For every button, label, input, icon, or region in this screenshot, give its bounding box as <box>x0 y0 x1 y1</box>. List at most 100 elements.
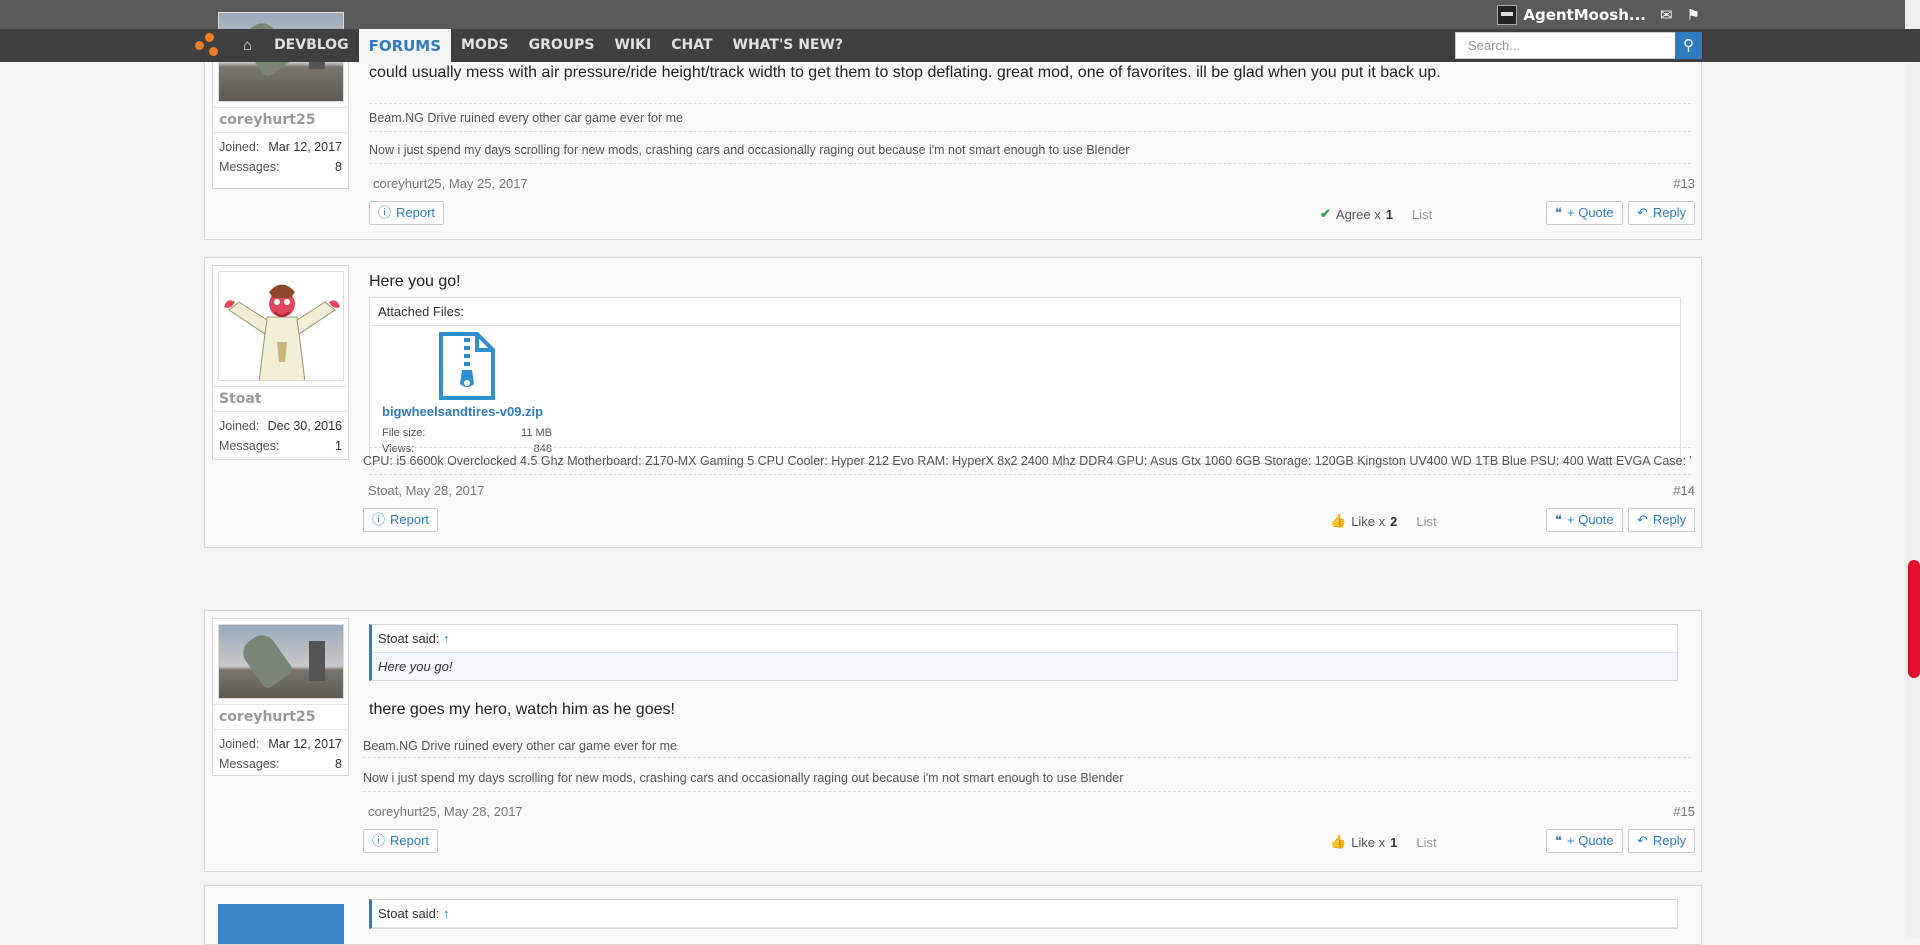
quote-button[interactable]: ❝ + Quote <box>1546 508 1623 532</box>
flag-icon[interactable]: ⚑ <box>1687 6 1700 24</box>
home-icon[interactable]: ⌂ <box>231 37 264 54</box>
signature-line: Beam.NG Drive ruined every other car gam… <box>369 111 684 125</box>
user-info: coreyhurt25 Joined: Mar 12, 2017 Messages… <box>212 618 349 776</box>
reply-label: Reply <box>1652 833 1687 848</box>
signature-line: Beam.NG Drive ruined every other car gam… <box>363 739 678 753</box>
report-label: Report <box>396 205 436 220</box>
post-meta: coreyhurt25, May 25, 2017 #13 <box>373 176 1695 191</box>
reaction-count: 1 <box>1390 834 1398 850</box>
nav-chat[interactable]: CHAT <box>661 29 722 62</box>
messages-label: Messages: <box>219 160 280 174</box>
zip-file-icon <box>439 332 495 400</box>
joined-date: Dec 30, 2016 <box>267 419 342 433</box>
quote-icon: ❝ <box>1555 205 1562 220</box>
messages-count: 8 <box>335 160 342 174</box>
username[interactable]: coreyhurt25 <box>213 704 348 729</box>
reply-icon: ↶ <box>1637 205 1648 220</box>
avatar[interactable] <box>218 624 344 699</box>
post-meta: Stoat, May 28, 2017 #14 <box>368 483 1695 498</box>
info-icon: ⓘ <box>372 833 386 848</box>
reactions: 👍 Like x2 List <box>1330 513 1437 529</box>
signature-line: CPU: i5 6600k Overclocked 4.5 Ghz Mother… <box>363 454 1691 468</box>
post-message: Here you go! <box>369 273 461 290</box>
quote-jump-icon[interactable]: ↑ <box>443 906 450 921</box>
post-author-date[interactable]: coreyhurt25, May 28, 2017 <box>368 804 523 819</box>
zoidberg-avatar-icon <box>219 272 343 380</box>
report-button[interactable]: ⓘ Report <box>363 508 439 532</box>
report-button[interactable]: ⓘ Report <box>369 201 445 225</box>
post-meta: coreyhurt25, May 28, 2017 #15 <box>368 804 1695 819</box>
info-icon: ⓘ <box>378 205 392 220</box>
nav-groups[interactable]: GROUPS <box>519 29 605 62</box>
reaction-list-link[interactable]: List <box>1416 835 1436 850</box>
report-button[interactable]: ⓘ Report <box>363 829 439 853</box>
reply-icon: ↶ <box>1637 833 1648 848</box>
reaction-count: 1 <box>1385 206 1393 222</box>
file-size-label: File size: <box>382 427 426 439</box>
divider <box>369 163 1691 164</box>
reply-label: Reply <box>1652 205 1687 220</box>
post-number[interactable]: #14 <box>1673 483 1695 498</box>
info-icon: ⓘ <box>372 512 386 527</box>
search-icon[interactable]: ⚲ <box>1675 32 1702 59</box>
logo-icon[interactable] <box>195 32 221 59</box>
username[interactable]: coreyhurt25 <box>213 107 348 132</box>
reply-button[interactable]: ↶ Reply <box>1628 508 1696 532</box>
post-author-date[interactable]: Stoat, May 28, 2017 <box>368 483 484 498</box>
post-number[interactable]: #13 <box>1673 176 1695 191</box>
reply-button[interactable]: ↶ Reply <box>1628 201 1696 225</box>
quote-text: Here you go! <box>372 653 1677 680</box>
messages-count: 8 <box>335 757 342 771</box>
scrollbar-track[interactable] <box>1905 0 1920 938</box>
messages-count: 1 <box>335 439 342 453</box>
quote-button[interactable]: ❝ + Quote <box>1546 201 1623 225</box>
joined-date: Mar 12, 2017 <box>268 737 342 751</box>
avatar[interactable] <box>218 271 344 381</box>
post-16: Stoat said: ↑ <box>204 885 1702 945</box>
post-14: Stoat Joined: Dec 30, 2016 Messages: 1 Her… <box>204 257 1702 548</box>
reply-label: Reply <box>1652 512 1687 527</box>
scrollbar-thumb[interactable] <box>1908 560 1920 678</box>
divider <box>369 131 1691 132</box>
nav-devblog[interactable]: DEVBLOG <box>264 29 359 62</box>
user-stats: Joined: Mar 12, 2017 Messages: 8 <box>213 729 348 778</box>
post-15-body: coreyhurt25 Joined: Mar 12, 2017 Messages… <box>204 610 1702 872</box>
reaction-label: Like x <box>1351 834 1386 850</box>
reply-button[interactable]: ↶ Reply <box>1628 829 1696 853</box>
quote-button[interactable]: ❝ + Quote <box>1546 829 1623 853</box>
nav-whats-new[interactable]: WHAT'S NEW? <box>723 29 854 62</box>
username[interactable]: Stoat <box>213 386 348 411</box>
signature-line: Now i just spend my days scrolling for n… <box>369 143 1130 157</box>
divider <box>369 103 1691 104</box>
messages-label: Messages: <box>219 439 280 453</box>
quote-label: + Quote <box>1567 205 1614 220</box>
nav-mods[interactable]: MODS <box>451 29 519 62</box>
post-author-date[interactable]: coreyhurt25, May 25, 2017 <box>373 176 528 191</box>
mail-icon[interactable]: ✉ <box>1660 6 1673 24</box>
user-info: Stoat Joined: Dec 30, 2016 Messages: 1 <box>212 265 349 460</box>
quote-jump-icon[interactable]: ↑ <box>443 631 450 646</box>
user-stats: Joined: Mar 12, 2017 Messages: 8 <box>213 132 348 181</box>
post-number[interactable]: #15 <box>1673 804 1695 819</box>
divider <box>369 474 1691 475</box>
post-message: there goes my hero, watch him as he goes… <box>369 701 675 718</box>
nav-wiki[interactable]: WIKI <box>604 29 661 62</box>
avatar[interactable] <box>218 904 344 944</box>
nav-forums[interactable]: FORUMS <box>358 29 452 64</box>
attachment-filename[interactable]: bigwheelsandtires-v09.zip <box>382 404 552 419</box>
report-label: Report <box>390 512 430 527</box>
reaction-list-link[interactable]: List <box>1416 514 1436 529</box>
thumbs-up-icon: 👍 <box>1330 834 1347 849</box>
blockquote: Stoat said: ↑ <box>369 899 1678 929</box>
user-menu[interactable]: AgentMoosh... <box>1497 4 1646 25</box>
search-input[interactable]: Search... <box>1455 32 1702 59</box>
attached-files: Attached Files: bigwheelsandtires-v09.zi… <box>369 297 1681 464</box>
joined-label: Joined: <box>219 419 260 433</box>
reaction-list-link[interactable]: List <box>1412 207 1432 222</box>
quote-label: + Quote <box>1567 512 1614 527</box>
reaction-count: 2 <box>1390 513 1398 529</box>
quote-attribution: Stoat said: ↑ <box>372 625 1677 653</box>
reaction-label: Agree x <box>1335 206 1381 222</box>
blockquote: Stoat said: ↑ Here you go! <box>369 624 1678 681</box>
attachment[interactable]: bigwheelsandtires-v09.zip File size: 11 M… <box>370 326 564 463</box>
